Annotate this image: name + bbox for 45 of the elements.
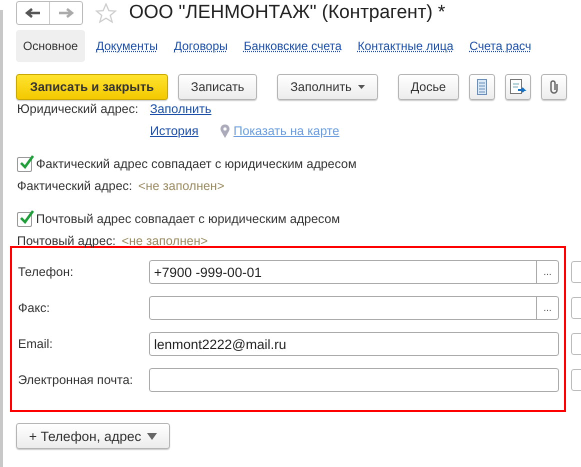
toolbar-button[interactable]: Досье bbox=[398, 74, 459, 100]
input-field[interactable] bbox=[149, 296, 537, 320]
map-pin-icon bbox=[220, 124, 230, 138]
field-label: Электронная почта: bbox=[18, 372, 134, 388]
field-label: Телефон: bbox=[18, 264, 74, 280]
checkbox-label: Почтовый адрес совпадает с юридическим адресом bbox=[36, 212, 340, 226]
input-field[interactable] bbox=[149, 368, 559, 392]
tab[interactable]: Основное bbox=[16, 30, 85, 62]
forward-arrow-icon[interactable] bbox=[58, 8, 74, 18]
address-value: <не заполнен> bbox=[122, 234, 208, 248]
field-label: Фактический адрес: bbox=[17, 179, 132, 193]
tab[interactable]: Счета расч bbox=[462, 30, 538, 62]
history-link[interactable]: История bbox=[150, 124, 198, 138]
caret-icon bbox=[358, 85, 365, 89]
star-icon[interactable] bbox=[95, 3, 117, 23]
field-label: Email: bbox=[18, 336, 54, 352]
checkbox[interactable] bbox=[17, 212, 32, 226]
select-button[interactable]: ... bbox=[537, 260, 559, 284]
tab[interactable]: Договоры bbox=[166, 30, 235, 62]
address-value: <не заполнен> bbox=[138, 179, 224, 193]
caret-icon bbox=[147, 432, 158, 440]
checkbox[interactable] bbox=[17, 156, 32, 172]
select-button[interactable]: ... bbox=[537, 296, 559, 320]
tab[interactable]: Контактные лица bbox=[350, 30, 460, 62]
toolbar-icon-button[interactable] bbox=[468, 74, 495, 100]
window-title: ООО "ЛЕНМОНТАЖ" (Контрагент) * bbox=[129, 2, 446, 24]
toolbar-icon-button[interactable] bbox=[504, 74, 531, 100]
toolbar-icon-button[interactable] bbox=[540, 74, 567, 100]
toolbar-button[interactable]: Записать bbox=[178, 74, 258, 100]
report-icon bbox=[508, 78, 527, 96]
add-contact-button[interactable]: + Телефон, адрес bbox=[16, 423, 170, 449]
back-arrow-icon[interactable] bbox=[25, 8, 41, 18]
paperclip-icon bbox=[548, 79, 560, 95]
tab[interactable]: Документы bbox=[88, 30, 165, 62]
list-icon bbox=[476, 79, 487, 95]
fill-link[interactable]: Заполнить bbox=[150, 102, 212, 116]
checkbox-label: Фактический адрес совпадает с юридическим адресом bbox=[36, 157, 357, 171]
tab[interactable]: Банковские счета bbox=[236, 30, 349, 62]
field-label: Почтовый адрес: bbox=[17, 234, 116, 248]
save-and-close-button[interactable]: Записать и закрыть bbox=[16, 74, 168, 100]
fill-dropdown-button[interactable]: Заполнить bbox=[277, 74, 378, 100]
input-field[interactable]: lenmont2222@mail.ru bbox=[149, 332, 559, 356]
input-field[interactable]: +7900 -999-00-01 bbox=[149, 260, 537, 284]
field-label: Юридический адрес: bbox=[17, 102, 140, 116]
field-label: Факс: bbox=[18, 300, 51, 316]
